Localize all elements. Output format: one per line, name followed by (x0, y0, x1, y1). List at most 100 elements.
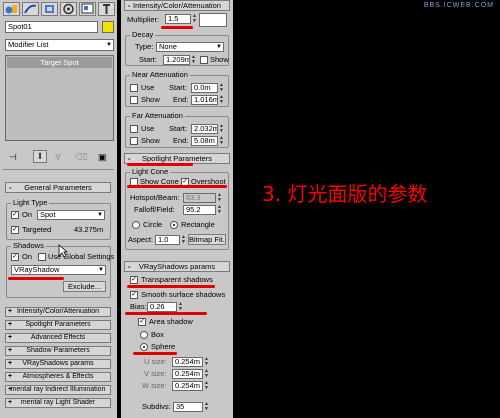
far-show-checkbox[interactable] (130, 137, 138, 145)
spinner-icon[interactable]: ▲ ▼ (219, 124, 224, 134)
targeted-checkbox[interactable]: ✓ (11, 226, 19, 234)
end-label: End: (173, 136, 189, 145)
rollout-atmospheres[interactable]: + Atmospheres & Effects (5, 372, 111, 382)
display-icon[interactable] (79, 2, 96, 16)
modifier-list-label: Modifier List (8, 40, 49, 49)
sphere-label: Sphere (151, 342, 176, 351)
rectangle-radio[interactable] (170, 221, 178, 229)
start-label: Start: (169, 83, 187, 92)
shadow-type-value: VRayShadow (14, 265, 60, 274)
spinner-icon[interactable]: ▲ ▼ (178, 302, 183, 312)
v-size-input[interactable]: 0.254m (172, 369, 203, 379)
command-panel-tabs (3, 2, 115, 16)
modifier-stack[interactable]: Target Spot (5, 55, 114, 141)
annotation-underline (127, 285, 215, 288)
rollout-shadow-parameters[interactable]: + Shadow Parameters (5, 346, 111, 356)
rollout-intensity[interactable]: + Intensity/Color/Attenuation (5, 307, 111, 317)
light-on-checkbox[interactable]: ✓ (11, 211, 19, 219)
far-use-checkbox[interactable] (130, 125, 138, 133)
modify-icon[interactable] (22, 2, 39, 16)
near-start-input[interactable]: 0.0m (191, 83, 218, 93)
area-shadow-checkbox[interactable]: ✓ (138, 318, 146, 326)
spinner-icon[interactable]: ▲ ▼ (217, 193, 222, 203)
object-color-swatch[interactable] (102, 21, 114, 33)
shadow-type-dropdown[interactable]: VRayShadow ▼ (11, 265, 106, 275)
modifier-list-dropdown[interactable]: Modifier List ▼ (5, 39, 114, 51)
target-distance: 43.275m (74, 225, 104, 234)
spinner-icon[interactable]: ▲ ▼ (217, 205, 222, 215)
rollout-vrayshadows[interactable]: + VRayShadows params (5, 359, 111, 369)
spinner-icon[interactable]: ▲ ▼ (204, 369, 209, 379)
pin-stack-icon[interactable]: ⊣ (9, 152, 17, 163)
w-size-input[interactable]: 0.254m (172, 381, 203, 391)
circle-radio[interactable] (132, 221, 140, 229)
decay-start-input[interactable]: 1.209m (163, 55, 190, 65)
exclude-button[interactable]: Exclude... (63, 281, 106, 292)
spinner-icon[interactable]: ▲ ▼ (219, 83, 224, 93)
command-panel-left: Spot01 Modifier List ▼ Target Spot ⊣ ‖ ∀… (0, 0, 117, 418)
show-label: Show (141, 136, 160, 145)
motion-icon[interactable] (60, 2, 77, 16)
rollout-mr-light-shader[interactable]: + mental ray Light Shader (5, 398, 111, 408)
general-parameters-rollout[interactable]: - General Parameters (5, 182, 111, 193)
far-end-input[interactable]: 5.08m (191, 136, 218, 146)
w-size-label: W size: (142, 381, 167, 390)
near-end-input[interactable]: 1.016m (191, 95, 218, 105)
decay-type-dropdown[interactable]: None ▼ (156, 42, 224, 52)
configure-sets-icon[interactable]: ▣ (98, 152, 107, 163)
transparent-shadows-checkbox[interactable]: ✓ (130, 276, 138, 284)
vrayshadows-rollout[interactable]: - VRayShadows params (124, 261, 230, 272)
intensity-rollout[interactable]: - Intensity/Color/Attenuation (124, 0, 230, 11)
shadows-on-checkbox[interactable]: ✓ (11, 253, 19, 261)
sphere-radio[interactable] (140, 343, 148, 351)
near-show-checkbox[interactable] (130, 96, 138, 104)
smooth-surface-checkbox[interactable]: ✓ (130, 291, 138, 299)
make-unique-icon[interactable]: ∀ (55, 152, 61, 163)
divider (3, 169, 114, 170)
light-type-dropdown[interactable]: Spot ▼ (37, 210, 105, 220)
spinner-icon[interactable]: ▲ ▼ (204, 381, 209, 391)
rollout-title: Spotlight Parameters (25, 321, 91, 328)
bias-label: Bias: (130, 302, 147, 311)
spinner-icon[interactable]: ▲ ▼ (219, 136, 224, 146)
far-start-input[interactable]: 2.032m (191, 124, 218, 134)
decay-show-checkbox[interactable] (200, 56, 208, 64)
near-use-checkbox[interactable] (130, 84, 138, 92)
show-end-result-icon[interactable]: ‖ (33, 150, 47, 163)
spinner-icon[interactable]: ▲ ▼ (181, 235, 186, 245)
rollout-spotlight[interactable]: + Spotlight Parameters (5, 320, 111, 330)
spinner-icon[interactable]: ▲ ▼ (192, 14, 197, 24)
hierarchy-icon[interactable] (41, 2, 58, 16)
spinner-icon[interactable]: ▲ ▼ (219, 95, 224, 105)
spinner-icon[interactable]: ▲ ▼ (191, 55, 196, 65)
multiplier-input[interactable]: 1.5 (165, 14, 191, 24)
box-radio[interactable] (140, 331, 148, 339)
create-icon[interactable] (3, 2, 20, 16)
light-type-value: Spot (40, 210, 56, 219)
rollout-advanced-effects[interactable]: + Advanced Effects (5, 333, 111, 343)
area-shadow-label: Area shadow (149, 317, 193, 326)
u-size-input[interactable]: 0.254m (172, 357, 203, 367)
spinner-icon[interactable]: ▲ ▼ (204, 357, 209, 367)
subdivs-input[interactable]: 35 (173, 402, 203, 412)
hotspot-input[interactable]: 63.3 (183, 193, 216, 203)
object-name-field[interactable]: Spot01 (5, 21, 98, 33)
spinner-icon[interactable]: ▲ ▼ (204, 402, 209, 412)
light-color-swatch[interactable] (199, 13, 227, 27)
annotation-underline (8, 277, 64, 280)
aspect-input[interactable]: 1.0 (155, 235, 180, 245)
end-label: End: (173, 95, 189, 104)
chevron-down-icon: ▼ (98, 267, 104, 273)
remove-modifier-icon[interactable]: ⌫ (75, 152, 88, 163)
near-attenuation-group: Near Attenuation Use Start: 0.0m ▲ ▼ Show… (125, 70, 229, 107)
bias-input[interactable]: 0.26 (147, 302, 177, 312)
chevron-down-icon: ▼ (106, 42, 112, 48)
bitmap-fit-button[interactable]: Bitmap Fit... (188, 234, 226, 245)
use-global-checkbox[interactable] (38, 253, 46, 261)
shadows-on-label: On (22, 252, 33, 261)
stack-item[interactable]: Target Spot (7, 57, 112, 68)
falloff-input[interactable]: 95.2 (183, 205, 216, 215)
v-size-label: V size: (144, 369, 167, 378)
rollout-mr-indirect[interactable]: + mental ray Indirect Illumination (5, 385, 111, 395)
utilities-icon[interactable] (98, 2, 115, 16)
